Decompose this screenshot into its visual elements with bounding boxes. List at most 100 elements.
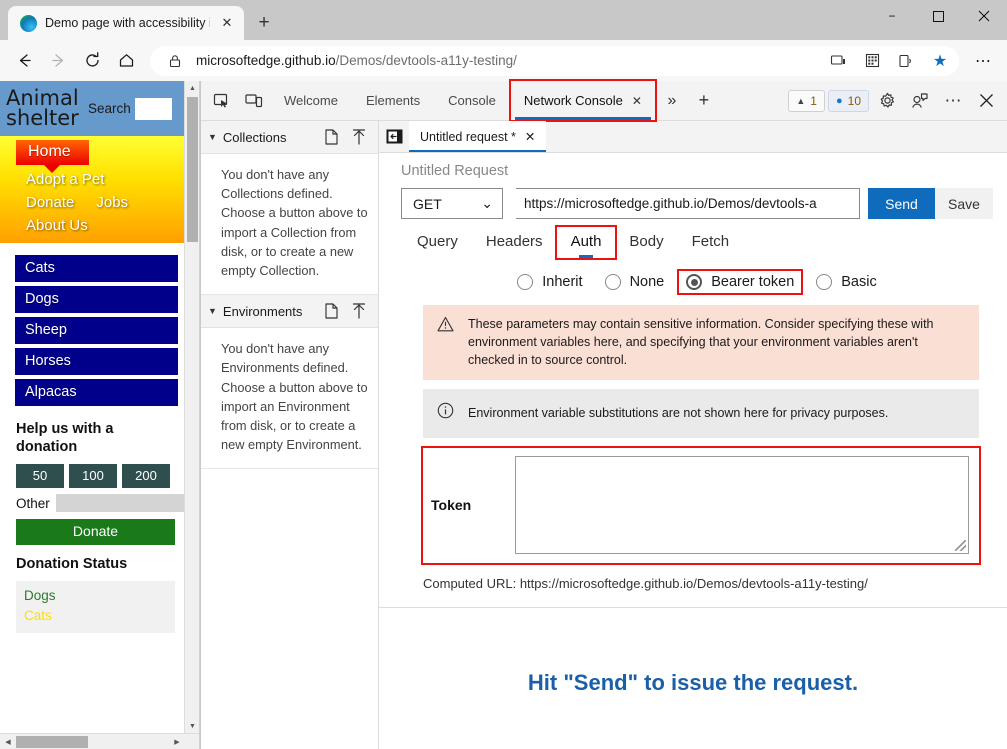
scroll-left-icon[interactable]: ◀ <box>0 734 16 749</box>
scroll-thumb-horizontal[interactable] <box>16 736 88 748</box>
auth-option-bearer-token[interactable]: Bearer token <box>677 269 804 295</box>
amount-button-50[interactable]: 50 <box>16 464 64 489</box>
animal-button-dogs[interactable]: Dogs <box>15 286 178 313</box>
search-input[interactable] <box>134 97 172 120</box>
devtools-tab-console[interactable]: Console <box>435 81 509 120</box>
request-tab-untitled[interactable]: Untitled request * ✕ <box>409 121 547 152</box>
close-icon[interactable]: ✕ <box>525 129 535 144</box>
import-upload-icon[interactable] <box>348 129 370 145</box>
browser-tab[interactable]: Demo page with accessibility iss ✕ <box>8 6 244 40</box>
token-input[interactable] <box>515 455 969 554</box>
other-amount-input[interactable] <box>55 494 199 513</box>
scroll-right-icon[interactable]: ▶ <box>169 734 185 749</box>
auth-option-none-label: None <box>629 274 665 290</box>
maximize-icon[interactable] <box>915 0 961 32</box>
amount-button-200[interactable]: 200 <box>122 464 170 489</box>
nav-item-donate[interactable]: Donate <box>26 194 74 211</box>
devtools-tab-elements[interactable]: Elements <box>353 81 433 120</box>
feedback-icon[interactable] <box>905 86 935 116</box>
http-method-select[interactable]: GET ⌄ <box>401 188 503 219</box>
add-tool-button[interactable]: + <box>689 86 719 116</box>
send-button[interactable]: Send <box>868 188 935 219</box>
forward-icon[interactable] <box>42 45 74 77</box>
donation-amount-row: 50 100 200 <box>0 456 185 489</box>
scroll-up-icon[interactable]: ▲ <box>185 81 199 96</box>
request-pane: Untitled request * ✕ Untitled Request GE… <box>379 121 1007 749</box>
chevron-down-icon[interactable]: ▼ <box>208 306 217 316</box>
sub-tab-query[interactable]: Query <box>403 227 472 258</box>
browser-more-icon[interactable]: ⋯ <box>967 45 999 77</box>
read-aloud-icon[interactable] <box>893 48 919 74</box>
sensitive-info-warning-banner: These parameters may contain sensitive i… <box>423 305 979 381</box>
donate-button[interactable]: Donate <box>16 519 175 546</box>
close-icon[interactable]: ✕ <box>632 94 642 108</box>
animal-button-cats[interactable]: Cats <box>15 255 178 282</box>
window-controls: − <box>869 0 1007 40</box>
status-item-dogs: Dogs <box>24 588 56 604</box>
devtools-body: ▼ Collections You don't have any Collect… <box>201 121 1007 749</box>
nav-item-about[interactable]: About Us <box>26 217 88 234</box>
messages-badge[interactable]: ● 10 <box>827 89 869 112</box>
save-button[interactable]: Save <box>935 188 993 219</box>
collections-icon[interactable] <box>859 48 885 74</box>
site-nav: Home Adopt a Pet Donate Jobs About Us <box>0 136 185 243</box>
import-upload-icon[interactable] <box>348 303 370 319</box>
animal-button-sheep[interactable]: Sheep <box>15 317 178 344</box>
favorite-star-icon[interactable]: ★ <box>927 48 953 74</box>
chevron-down-icon[interactable]: ▼ <box>208 132 217 142</box>
radio-icon[interactable] <box>816 274 833 290</box>
device-emulation-icon[interactable] <box>239 86 269 116</box>
omnibox[interactable]: microsoftedge.github.io/Demos/devtools-a… <box>150 45 959 76</box>
warnings-badge[interactable]: ▲ 1 <box>788 89 825 112</box>
sub-tab-body[interactable]: Body <box>615 227 677 258</box>
reload-icon[interactable] <box>76 45 108 77</box>
new-file-icon[interactable] <box>320 129 342 145</box>
nav-item-adopt[interactable]: Adopt a Pet <box>26 171 104 188</box>
devtools-tab-bar: Welcome Elements Console Network Console… <box>201 79 1007 122</box>
close-devtools-icon[interactable] <box>971 86 1001 116</box>
back-icon[interactable] <box>8 45 40 77</box>
animal-button-alpacas[interactable]: Alpacas <box>15 379 178 406</box>
donation-status-heading: Donation Status <box>16 556 128 573</box>
sub-tab-fetch[interactable]: Fetch <box>678 227 744 258</box>
settings-gear-icon[interactable] <box>872 86 902 116</box>
devtools-tab-network-console[interactable]: Network Console ✕ <box>508 79 657 122</box>
devtools-tab-welcome[interactable]: Welcome <box>271 81 351 120</box>
close-icon[interactable]: ✕ <box>218 14 236 32</box>
resize-handle-icon[interactable] <box>955 539 966 551</box>
sub-tab-auth[interactable]: Auth <box>554 225 618 260</box>
radio-icon-selected[interactable] <box>686 274 703 290</box>
collections-header[interactable]: ▼ Collections <box>201 121 378 154</box>
animal-button-horses[interactable]: Horses <box>15 348 178 375</box>
sub-tab-headers[interactable]: Headers <box>472 227 557 258</box>
auth-option-basic[interactable]: Basic <box>809 271 883 293</box>
tab-overflow-icon[interactable]: » <box>657 86 687 116</box>
environments-header[interactable]: ▼ Environments <box>201 295 378 329</box>
inspect-element-icon[interactable] <box>207 86 237 116</box>
auth-option-inherit[interactable]: Inherit <box>510 271 589 293</box>
radio-icon[interactable] <box>517 274 534 290</box>
minimize-icon[interactable]: − <box>869 0 915 32</box>
amount-button-100[interactable]: 100 <box>69 464 117 489</box>
request-url-input[interactable]: https://microsoftedge.github.io/Demos/de… <box>516 188 860 219</box>
scroll-down-icon[interactable]: ▼ <box>185 719 199 734</box>
new-file-icon[interactable] <box>320 303 342 319</box>
nav-item-jobs[interactable]: Jobs <box>96 194 128 211</box>
browser-tab-title: Demo page with accessibility iss <box>45 16 210 30</box>
more-tools-icon[interactable]: ⋯ <box>938 86 968 116</box>
url-text[interactable]: microsoftedge.github.io/Demos/devtools-a… <box>196 53 817 68</box>
nav-row-2: Donate Jobs <box>0 189 185 211</box>
auth-option-none[interactable]: None <box>598 271 672 293</box>
message-bubble-icon: ● <box>835 94 843 107</box>
scroll-thumb-vertical[interactable] <box>187 97 198 242</box>
nav-item-home[interactable]: Home <box>16 140 89 173</box>
page-vertical-scrollbar[interactable]: ▲ ▼ <box>184 81 199 734</box>
page-horizontal-scrollbar[interactable]: ◀ ▶ <box>0 733 199 749</box>
new-tab-button[interactable]: + <box>250 9 278 37</box>
dock-panel-icon[interactable] <box>379 121 409 152</box>
close-window-icon[interactable] <box>961 0 1007 32</box>
radio-icon[interactable] <box>604 274 621 290</box>
cast-icon[interactable] <box>825 48 851 74</box>
home-icon[interactable] <box>110 45 142 77</box>
other-label: Other <box>16 495 50 511</box>
